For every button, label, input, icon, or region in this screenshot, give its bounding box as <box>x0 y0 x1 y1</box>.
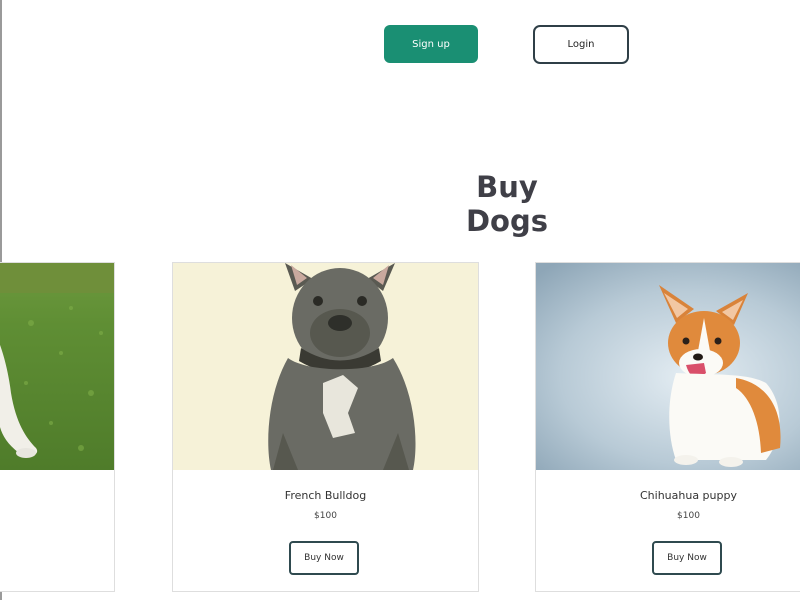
signup-button[interactable]: Sign up <box>384 25 478 63</box>
product-image <box>536 263 800 470</box>
product-card-1 <box>0 262 115 592</box>
product-price: $100 <box>314 511 337 521</box>
buy-now-button-french-bulldog[interactable]: Buy Now <box>289 541 359 575</box>
product-image <box>173 263 478 470</box>
french-bulldog-photo <box>173 263 478 470</box>
login-button[interactable]: Login <box>533 25 629 64</box>
corgi-photo <box>536 263 800 470</box>
dog-on-grass-photo <box>0 263 114 470</box>
product-name: French Bulldog <box>284 489 367 502</box>
buy-now-button-chihuahua[interactable]: Buy Now <box>652 541 722 575</box>
section-title: Buy Dogs <box>465 170 548 238</box>
page: Sign up Login Buy Dogs French Bulldog $1… <box>0 0 800 600</box>
product-price: $100 <box>677 511 700 521</box>
product-name: Chihuahua puppy <box>639 489 737 502</box>
product-image <box>0 263 114 470</box>
